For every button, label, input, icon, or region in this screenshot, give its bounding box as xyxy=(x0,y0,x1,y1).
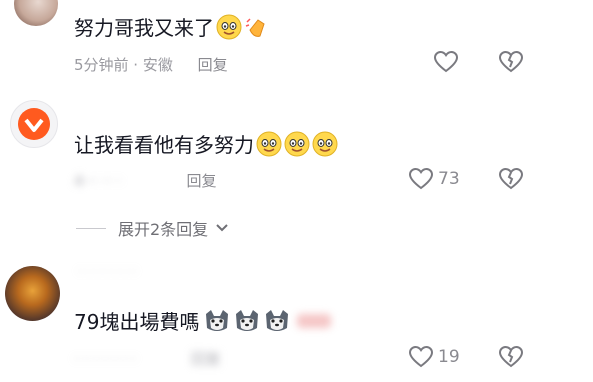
time-location: 4··· ·· · xyxy=(74,172,122,190)
dislike-button[interactable] xyxy=(498,345,524,369)
like-count: 19 xyxy=(438,347,460,367)
time-location: 5分钟前 · 安徽 xyxy=(74,56,173,74)
reply-button[interactable]: 回复 xyxy=(191,350,221,368)
like-button[interactable]: 73 xyxy=(408,167,460,191)
like-button[interactable] xyxy=(433,50,459,74)
emoji-group xyxy=(203,308,291,334)
chevron-down-icon xyxy=(216,224,228,232)
husky-emoji-icon xyxy=(266,309,289,331)
comment-text-label: 79塊出場費嗎 xyxy=(74,310,200,334)
username[interactable]: · · · · · · · xyxy=(78,264,136,280)
heart-outline-icon xyxy=(433,50,459,73)
comment-meta: 4··· ·· · 回复 xyxy=(74,170,217,191)
avatar[interactable] xyxy=(14,0,58,26)
dislike-button[interactable] xyxy=(498,167,524,191)
heart-outline-icon xyxy=(408,167,434,190)
username-label: · · · · · · · xyxy=(78,264,136,280)
broken-heart-icon xyxy=(498,167,524,190)
smile-emoji-icon xyxy=(284,131,310,156)
time-location: · · · · · · · xyxy=(74,350,136,368)
avatar[interactable] xyxy=(5,266,60,321)
heart-outline-icon xyxy=(408,345,434,368)
like-button[interactable]: 19 xyxy=(408,345,460,369)
smile-emoji-icon xyxy=(256,131,282,156)
comment-text: 让我看看他有多努力 xyxy=(74,129,338,158)
comment-text-label: 努力哥我又来了 xyxy=(74,16,214,40)
husky-emoji-icon xyxy=(206,309,229,331)
avatar[interactable] xyxy=(10,100,58,148)
clap-emoji-icon xyxy=(245,17,265,37)
redacted-badge xyxy=(297,313,332,328)
smile-emoji-icon xyxy=(312,131,338,156)
reply-button[interactable]: 回复 xyxy=(186,172,216,190)
logo-icon xyxy=(18,108,50,140)
expand-replies[interactable]: 展开2条回复 xyxy=(76,216,230,240)
dislike-button[interactable] xyxy=(498,50,524,74)
expand-replies-label: 展开2条回复 xyxy=(118,220,209,239)
smile-emoji-icon xyxy=(216,14,242,39)
comment-text: 努力哥我又来了 xyxy=(74,12,270,41)
comment-text-label: 让我看看他有多努力 xyxy=(74,133,254,157)
emoji-group xyxy=(216,14,270,40)
reply-divider xyxy=(76,227,106,229)
comment-meta: · · · · · · · 回复 xyxy=(74,348,221,369)
broken-heart-icon xyxy=(498,50,524,73)
broken-heart-icon xyxy=(498,345,524,368)
emoji-group xyxy=(256,131,338,157)
reply-button[interactable]: 回复 xyxy=(198,56,228,74)
comment-meta: 5分钟前 · 安徽 回复 xyxy=(74,54,228,75)
comment-text: 79塊出場費嗎 xyxy=(74,306,332,335)
like-count: 73 xyxy=(438,169,460,189)
husky-emoji-icon xyxy=(236,309,259,331)
